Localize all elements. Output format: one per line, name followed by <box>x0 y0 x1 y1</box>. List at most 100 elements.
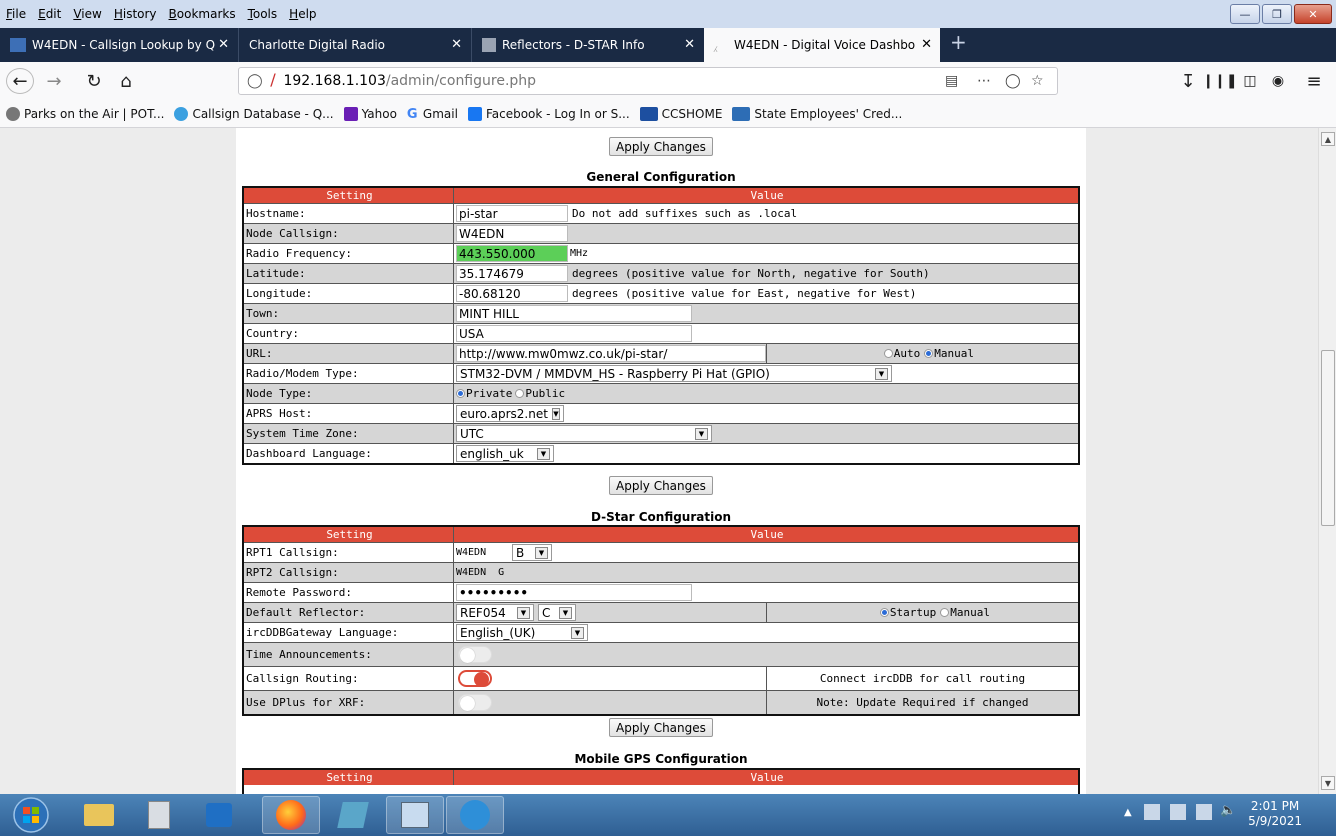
shield-icon[interactable]: ◯ <box>247 73 263 89</box>
scroll-thumb[interactable] <box>1321 350 1335 526</box>
page-scrollbar[interactable]: ▲ ▼ <box>1318 128 1336 794</box>
tray-expand-icon[interactable]: ▲ <box>1124 807 1132 818</box>
rpt1-module-select[interactable]: B ▼ <box>512 544 552 561</box>
new-tab-button[interactable]: + <box>950 30 967 54</box>
scroll-up-icon[interactable]: ▲ <box>1321 132 1335 146</box>
menu-view[interactable]: View <box>67 7 107 21</box>
bookmark-ccshome[interactable]: CCSHOME <box>639 106 722 121</box>
home-icon[interactable]: ⌂ <box>112 68 140 94</box>
menu-bookmarks[interactable]: Bookmarks <box>163 7 242 21</box>
account-icon[interactable]: ◉ <box>1264 68 1292 94</box>
close-icon[interactable]: ✕ <box>921 37 932 52</box>
url-auto-radio[interactable] <box>883 349 893 358</box>
callsign-routing-toggle[interactable] <box>458 670 492 687</box>
bookmark-parks-on-the-air[interactable]: Parks on the Air | POT... <box>6 106 164 121</box>
start-button[interactable] <box>6 796 56 834</box>
reflector-manual-radio[interactable] <box>940 608 950 617</box>
file-explorer-button[interactable] <box>70 796 128 834</box>
scroll-down-icon[interactable]: ▼ <box>1321 776 1335 790</box>
outlook-button[interactable] <box>190 796 248 834</box>
insecure-lock-icon[interactable]: ⧸ <box>271 73 276 89</box>
menu-edit[interactable]: Edit <box>32 7 67 21</box>
menu-file[interactable]: File <box>0 7 32 21</box>
download-icon[interactable]: ↧ <box>1174 68 1202 94</box>
modem-type-select[interactable]: STM32-DVM / MMDVM_HS - Raspberry Pi Hat … <box>456 365 892 382</box>
address-bar[interactable]: ◯ ⧸ 192.168.1.103/admin/configure.php ▤ … <box>238 67 1058 95</box>
timezone-select[interactable]: UTC ▼ <box>456 425 712 442</box>
reload-icon[interactable]: ↻ <box>80 68 108 94</box>
bookmark-facebook[interactable]: Facebook - Log In or S... <box>467 106 630 121</box>
minimize-button[interactable]: — <box>1230 4 1260 24</box>
bookmark-star-icon[interactable]: ☆ <box>1031 73 1044 89</box>
hostname-input[interactable]: pi-star <box>456 205 568 222</box>
close-icon[interactable]: ✕ <box>218 37 229 52</box>
chevron-down-icon: ▼ <box>695 427 708 440</box>
tab-dashboard[interactable]: ⁁ W4EDN - Digital Voice Dashbo ✕ <box>704 28 940 62</box>
table-row: Time Announcements: <box>244 642 1078 666</box>
dplus-xrf-toggle[interactable] <box>458 694 492 711</box>
reflector-select[interactable]: REF054 ▼ <box>456 604 534 621</box>
tab-reflectors[interactable]: Reflectors - D-STAR Info ✕ <box>471 28 703 62</box>
town-input[interactable]: MINT HILL <box>456 305 692 322</box>
table-row: Longitude: -80.68120 degrees (positive va… <box>244 283 1078 303</box>
volume-icon[interactable]: 🔈 <box>1220 803 1236 818</box>
url-input[interactable]: http://www.mw0mwz.co.uk/pi-star/ <box>456 345 766 362</box>
library-icon[interactable]: ❙❙❚ <box>1202 68 1237 94</box>
pocket-icon[interactable]: ◯ <box>1005 73 1021 89</box>
apply-changes-button[interactable]: Apply Changes <box>609 137 713 156</box>
bookmark-callsign-database[interactable]: Callsign Database - Q... <box>174 106 334 121</box>
restore-button[interactable]: ❐ <box>1262 4 1292 24</box>
remote-password-input[interactable]: ••••••••• <box>456 584 692 601</box>
bookmark-state-employees[interactable]: State Employees' Cred... <box>732 106 902 121</box>
tab-callsign-lookup[interactable]: W4EDN - Callsign Lookup by Q ✕ <box>0 28 237 62</box>
firefox-button[interactable] <box>262 796 320 834</box>
dstar-favicon-icon <box>482 38 496 52</box>
close-icon[interactable]: ✕ <box>684 37 695 52</box>
app-button[interactable] <box>446 796 504 834</box>
menu-help[interactable]: Help <box>283 7 322 21</box>
forward-arrow-icon[interactable]: → <box>40 68 68 94</box>
bookmark-gmail[interactable]: G Gmail <box>407 107 458 122</box>
dashboard-language-select[interactable]: english_uk ▼ <box>456 445 554 462</box>
menu-history[interactable]: History <box>108 7 163 21</box>
aprs-host-select[interactable]: euro.aprs2.net ▼ <box>456 405 564 422</box>
apply-changes-button[interactable]: Apply Changes <box>609 476 713 495</box>
callsign-input[interactable]: W4EDN <box>456 225 568 242</box>
hamburger-menu-icon[interactable]: ≡ <box>1300 68 1328 94</box>
node-public-radio[interactable] <box>515 389 525 398</box>
latitude-input[interactable]: 35.174679 <box>456 265 568 282</box>
time-announcements-toggle[interactable] <box>458 646 492 663</box>
ircddb-language-select[interactable]: English_(UK) ▼ <box>456 624 588 641</box>
gps-config-title: Mobile GPS Configuration <box>574 752 748 766</box>
country-input[interactable]: USA <box>456 325 692 342</box>
system-clock[interactable]: 2:01 PM 5/9/2021 <box>1248 799 1302 829</box>
close-window-button[interactable]: ✕ <box>1294 4 1332 24</box>
notebook-icon <box>337 802 369 828</box>
back-arrow-icon[interactable]: ← <box>6 68 34 94</box>
notepad-button[interactable] <box>324 796 382 834</box>
sidebar-icon[interactable]: ◫ <box>1236 68 1264 94</box>
page-actions-icon[interactable]: ⋯ <box>977 73 991 89</box>
network-warning-icon[interactable] <box>1144 804 1160 820</box>
frequency-input[interactable]: 443.550.000 <box>456 245 568 262</box>
windows-taskbar: ▲ 🔈 2:01 PM 5/9/2021 <box>0 794 1336 836</box>
menu-tools[interactable]: Tools <box>242 7 284 21</box>
yahoo-icon <box>343 106 358 121</box>
table-row: Hostname: pi-star Do not add suffixes suc… <box>244 203 1078 223</box>
table-row: Radio/Modem Type: STM32-DVM / MMDVM_HS -… <box>244 363 1078 383</box>
node-private-radio[interactable] <box>456 389 465 398</box>
antenna-favicon-icon: ⁁ <box>714 38 717 52</box>
reflector-startup-radio[interactable] <box>879 608 889 617</box>
bookmark-yahoo[interactable]: Yahoo <box>343 106 397 121</box>
calculator-button[interactable] <box>130 796 188 834</box>
reflector-module-select[interactable]: C ▼ <box>538 604 576 621</box>
action-center-icon[interactable] <box>1170 804 1186 820</box>
network-icon[interactable] <box>1196 804 1212 820</box>
url-manual-radio[interactable] <box>924 349 934 358</box>
reader-view-icon[interactable]: ▤ <box>945 73 958 89</box>
longitude-input[interactable]: -80.68120 <box>456 285 568 302</box>
close-icon[interactable]: ✕ <box>451 37 462 52</box>
apply-changes-button[interactable]: Apply Changes <box>609 718 713 737</box>
tab-charlotte-digital-radio[interactable]: Charlotte Digital Radio ✕ <box>238 28 470 62</box>
control-panel-button[interactable] <box>386 796 444 834</box>
